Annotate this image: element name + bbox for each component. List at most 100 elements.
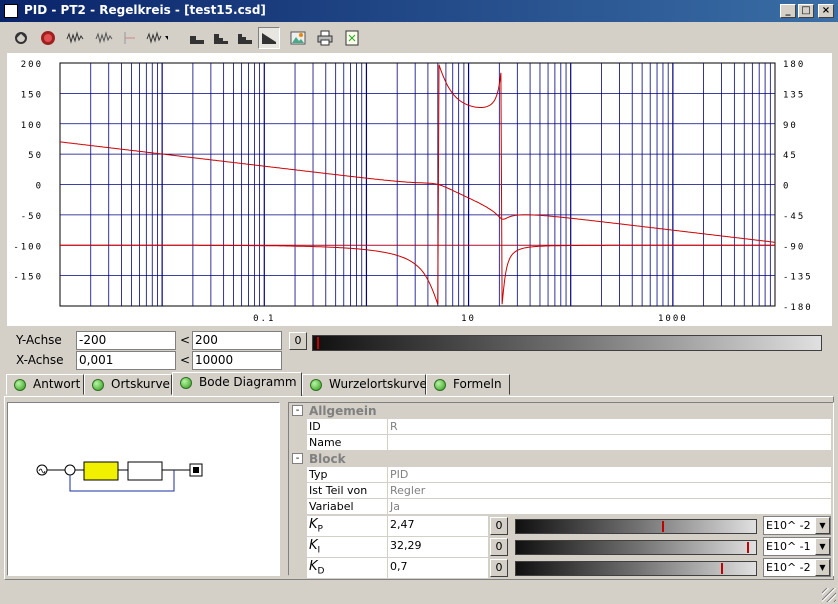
- section-block[interactable]: - Block: [289, 451, 833, 467]
- scale-select[interactable]: E10^ -2 ▼: [763, 558, 831, 577]
- y-tick-label-right: 90: [783, 121, 798, 131]
- noise-icon[interactable]: [64, 27, 86, 49]
- x-tick-label: 1000: [658, 314, 688, 324]
- param-subscript: D: [317, 566, 325, 577]
- block-diagram[interactable]: [7, 402, 280, 576]
- chevron-down-icon[interactable]: ▼: [815, 559, 830, 576]
- slider-thumb[interactable]: [662, 521, 665, 532]
- prop-row-name: Name: [289, 435, 833, 451]
- tab-label: Antwort: [33, 377, 81, 391]
- stop-icon[interactable]: [37, 27, 59, 49]
- bode-plot[interactable]: 200 150 100 50 0 -50 -100 -150 180 135 90 45 0 -45 -90…: [7, 53, 832, 326]
- status-led-icon: [92, 379, 104, 391]
- y-tick-label-left: 50: [28, 151, 43, 161]
- param-slider[interactable]: [515, 519, 757, 534]
- image-icon[interactable]: [287, 27, 309, 49]
- status-led-icon: [180, 377, 192, 389]
- maximize-button[interactable]: □: [798, 4, 814, 18]
- y-tick-label-left: 150: [21, 90, 43, 100]
- refresh-icon[interactable]: [10, 27, 32, 49]
- scale-select[interactable]: E10^ -1 ▼: [763, 537, 831, 556]
- pid-block[interactable]: [83, 461, 119, 481]
- param-label: KI: [307, 537, 387, 557]
- app-icon: [4, 4, 18, 18]
- status-bar: [0, 583, 838, 604]
- prop-row-typ: Typ PID: [289, 467, 833, 483]
- export-icon[interactable]: [341, 27, 363, 49]
- x-tick-label: 10: [461, 314, 476, 324]
- y-tick-label-right: -90: [783, 242, 805, 252]
- tab-label: Ortskurve: [111, 377, 170, 391]
- section-allgemein[interactable]: - Allgemein: [289, 403, 833, 419]
- param-label: KD: [307, 558, 387, 578]
- zoom-reset-button[interactable]: 0: [289, 332, 307, 350]
- slider-thumb[interactable]: [747, 542, 750, 553]
- collapse-icon[interactable]: -: [292, 453, 303, 464]
- param-symbol: K: [309, 538, 318, 553]
- y-tick-label-right: -180: [783, 303, 813, 313]
- marker-icon[interactable]: [118, 27, 140, 49]
- param-symbol: K: [309, 517, 318, 532]
- scale-select[interactable]: E10^ -2 ▼: [763, 516, 831, 535]
- tab-formeln[interactable]: Formeln: [426, 374, 510, 395]
- x-min-input[interactable]: 0,001: [76, 351, 176, 370]
- noise-dropdown-icon[interactable]: [146, 27, 168, 49]
- param-label: KP: [307, 516, 387, 536]
- noise-plus-icon[interactable]: [93, 27, 115, 49]
- tab-ortskurve[interactable]: Ortskurve: [84, 374, 172, 395]
- tab-label: Bode Diagramm: [199, 375, 297, 389]
- bode-chart-svg: 200 150 100 50 0 -50 -100 -150 180 135 90 45 0 -45 -90…: [13, 60, 813, 324]
- scale-value: E10^ -2: [766, 519, 811, 532]
- y-tick-label-left: 100: [21, 121, 43, 131]
- collapse-icon[interactable]: -: [292, 405, 303, 416]
- param-slider[interactable]: [515, 561, 757, 576]
- prop-value: PID: [388, 467, 831, 482]
- y-tick-label-right: -45: [783, 212, 805, 222]
- slider-thumb[interactable]: [721, 563, 724, 574]
- y-max-input[interactable]: 200: [192, 331, 282, 350]
- step-response-3-icon[interactable]: [234, 27, 256, 49]
- param-slider[interactable]: [515, 540, 757, 555]
- x-max-input[interactable]: 10000: [192, 351, 282, 370]
- resize-grip-icon[interactable]: [822, 588, 836, 602]
- x-tick-label: 0.1: [253, 314, 275, 324]
- bode-icon[interactable]: [258, 27, 280, 49]
- prop-label: Ist Teil von: [307, 483, 387, 498]
- param-symbol: K: [309, 559, 318, 574]
- step-response-2-icon[interactable]: [210, 27, 232, 49]
- zoom-slider[interactable]: [312, 335, 822, 351]
- prop-row-variabel: Variabel Ja: [289, 499, 833, 515]
- y-axis-label: Y-Achse: [8, 331, 76, 350]
- sum-node[interactable]: [64, 464, 76, 476]
- tab-antwort[interactable]: Antwort: [6, 374, 84, 395]
- tab-label: Formeln: [453, 377, 502, 391]
- tab-bode-diagramm[interactable]: Bode Diagramm: [172, 372, 302, 396]
- x-axis-label: X-Achse: [8, 351, 76, 370]
- chevron-down-icon[interactable]: ▼: [815, 538, 830, 555]
- param-value-input[interactable]: 0,7: [388, 558, 488, 578]
- y-tick-label-left: 200: [21, 60, 43, 70]
- chevron-down-icon[interactable]: ▼: [815, 517, 830, 534]
- block-diagram-svg: [36, 461, 203, 492]
- param-value-input[interactable]: 32,29: [388, 537, 488, 557]
- step-response-icon[interactable]: [186, 27, 208, 49]
- param-reset-button[interactable]: 0: [490, 538, 508, 556]
- param-reset-button[interactable]: 0: [490, 517, 508, 535]
- status-led-icon: [434, 379, 446, 391]
- param-row-kp: KP 2,47 0 E10^ -2 ▼: [289, 515, 833, 536]
- minimize-button[interactable]: _: [780, 4, 796, 18]
- pt2-block[interactable]: [127, 461, 163, 481]
- param-reset-button[interactable]: 0: [490, 559, 508, 577]
- tab-wurzelortskurve[interactable]: Wurzelortskurve: [302, 374, 427, 395]
- y-tick-label-left: -150: [13, 273, 43, 283]
- print-icon[interactable]: [314, 27, 336, 49]
- prop-value[interactable]: [388, 435, 831, 450]
- tab-label: Wurzelortskurve: [329, 377, 427, 391]
- close-button[interactable]: ×: [818, 4, 834, 18]
- param-subscript: P: [317, 524, 323, 535]
- param-value-input[interactable]: 2,47: [388, 516, 488, 536]
- param-row-ki: KI 32,29 0 E10^ -1 ▼: [289, 536, 833, 557]
- status-led-icon: [14, 379, 26, 391]
- y-min-input[interactable]: -200: [76, 331, 176, 350]
- prop-label: Name: [307, 435, 387, 450]
